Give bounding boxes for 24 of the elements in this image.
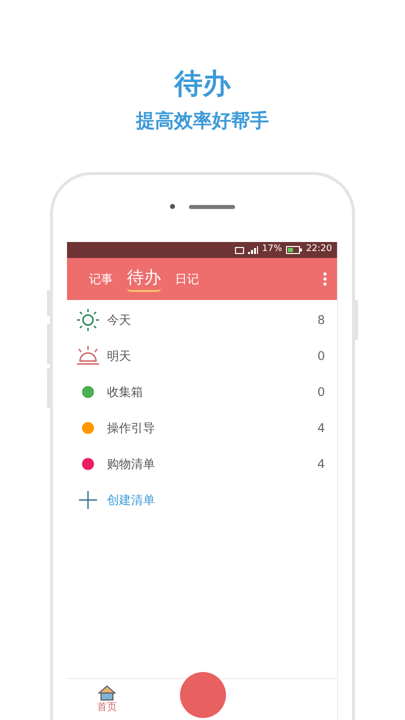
- fab-button[interactable]: [180, 672, 226, 718]
- page-title: 待办: [174, 66, 230, 102]
- list-count: 0: [317, 384, 325, 401]
- page-subtitle: 提高效率好帮手: [136, 109, 269, 134]
- clock-time: 22:20: [306, 243, 332, 256]
- list-count: 8: [317, 312, 325, 329]
- list-label[interactable]: 收集箱: [107, 383, 318, 401]
- sunrise-icon: [76, 346, 100, 366]
- list-label[interactable]: 明天: [107, 347, 318, 365]
- house-icon: [98, 684, 116, 700]
- signal-icon: [248, 246, 258, 254]
- hd-icon: [235, 246, 244, 254]
- sun-icon: [77, 309, 99, 331]
- list-count: 0: [317, 348, 325, 365]
- battery-percent: 17%: [262, 243, 282, 256]
- list-label[interactable]: 今天: [107, 311, 318, 329]
- battery-icon: [286, 246, 302, 254]
- list-label[interactable]: 操作引导: [107, 419, 318, 437]
- speaker-grille: [189, 204, 235, 208]
- list-count: 4: [317, 456, 325, 473]
- more-icon[interactable]: [323, 272, 327, 286]
- list-count: 4: [317, 420, 325, 437]
- list-label[interactable]: 购物清单: [107, 455, 318, 473]
- plus-icon[interactable]: [79, 491, 97, 509]
